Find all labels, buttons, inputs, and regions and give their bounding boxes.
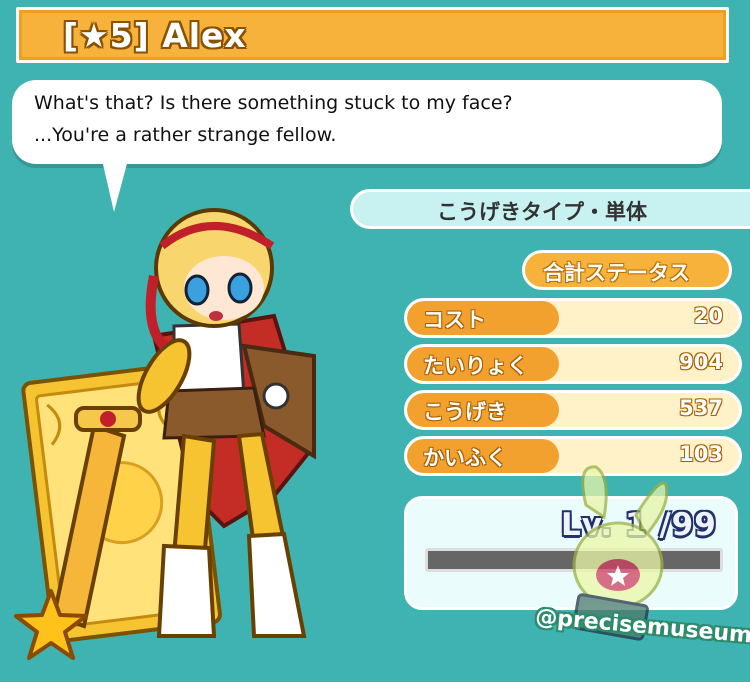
attack-type-bar: こうげきタイプ・単体: [350, 189, 750, 229]
stat-label: かいふく: [423, 446, 507, 470]
stat-label: こうげき: [423, 400, 507, 424]
total-status-label: 合計ステータス: [543, 261, 690, 285]
stat-value: 904: [679, 350, 723, 374]
character-title: [★5] Alex: [63, 16, 247, 55]
attack-type-label: こうげきタイプ・単体: [437, 200, 647, 224]
stat-row-hp: たいりょく 904: [404, 344, 742, 384]
total-status-header: 合計ステータス: [522, 250, 732, 290]
card-screen: [★5] Alex What's that? Is there somethin…: [0, 0, 750, 682]
speech-bubble: What's that? Is there something stuck to…: [12, 80, 722, 164]
stat-label: たいりょく: [423, 354, 528, 378]
stat-value: 103: [679, 442, 723, 466]
stat-row-cost: コスト 20: [404, 298, 742, 338]
dialogue-line-2: ...You're a rather strange fellow.: [34, 124, 337, 146]
title-bar: [★5] Alex: [16, 7, 729, 63]
stat-label: コスト: [423, 308, 486, 332]
stat-value: 537: [679, 396, 723, 420]
stat-value: 20: [693, 304, 723, 328]
stat-row-attack: こうげき 537: [404, 390, 742, 430]
dialogue-line-1: What's that? Is there something stuck to…: [34, 92, 513, 114]
star-icon: [14, 589, 88, 660]
